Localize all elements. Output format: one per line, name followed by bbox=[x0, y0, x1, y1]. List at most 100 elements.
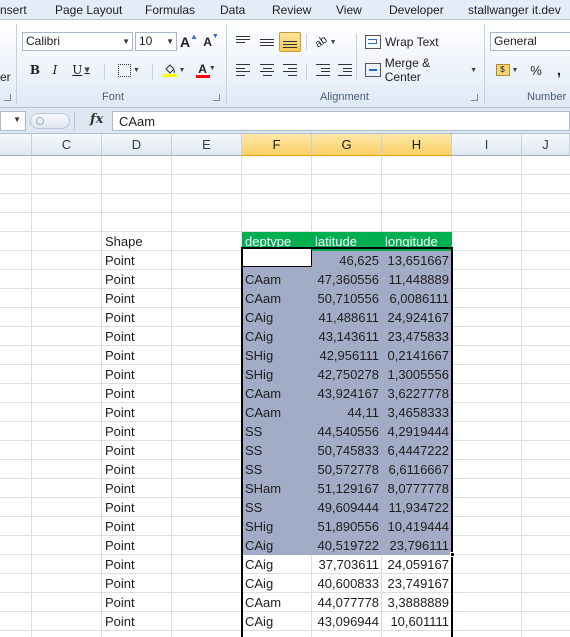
cell-deptype[interactable]: CAig bbox=[242, 327, 312, 346]
cell-shape[interactable]: Point bbox=[102, 327, 172, 346]
cell-longitude[interactable]: 6,0086111 bbox=[382, 289, 452, 308]
cell-latitude[interactable]: 41,488611 bbox=[312, 308, 382, 327]
column-header-c[interactable]: C bbox=[32, 134, 102, 156]
font-name-combo[interactable]: Calibri ▼ bbox=[22, 32, 133, 51]
cell-shape[interactable]: Point bbox=[102, 517, 172, 536]
cell-shape[interactable]: Point bbox=[102, 574, 172, 593]
cell-latitude[interactable]: 46,625 bbox=[312, 251, 382, 270]
cell-longitude[interactable]: 13,651667 bbox=[382, 251, 452, 270]
cell-deptype[interactable]: CAam bbox=[242, 403, 312, 422]
column-header-j[interactable]: J bbox=[522, 134, 570, 156]
cell-deptype[interactable]: SS bbox=[242, 460, 312, 479]
accounting-format-button[interactable]: $ ▼ bbox=[492, 60, 522, 80]
cell-deptype[interactable]: CAig bbox=[242, 574, 312, 593]
cell-latitude[interactable]: 37,703611 bbox=[312, 555, 382, 574]
font-size-combo[interactable]: 10 ▼ bbox=[135, 32, 177, 51]
cell-deptype[interactable]: CAig bbox=[242, 536, 312, 555]
merge-center-button[interactable]: Merge & Center ▼ bbox=[364, 56, 478, 84]
italic-button[interactable]: I bbox=[46, 60, 64, 80]
cell-deptype[interactable]: SHig bbox=[242, 365, 312, 384]
tab-review[interactable]: Review bbox=[272, 3, 311, 17]
cell-longitude[interactable]: 6,6116667 bbox=[382, 460, 452, 479]
cell-latitude[interactable]: 51,129167 bbox=[312, 479, 382, 498]
cell-shape[interactable]: Point bbox=[102, 479, 172, 498]
cell-deptype[interactable]: CAig bbox=[242, 612, 312, 631]
cell-longitude[interactable]: 11,934722 bbox=[382, 498, 452, 517]
align-left-button[interactable] bbox=[232, 60, 254, 80]
cell-shape[interactable]: Point bbox=[102, 536, 172, 555]
tab-view[interactable]: View bbox=[336, 3, 362, 17]
column-header-g[interactable]: G bbox=[312, 134, 382, 156]
cell-shape[interactable]: Point bbox=[102, 403, 172, 422]
cell-shape[interactable]: Point bbox=[102, 308, 172, 327]
cell-longitude[interactable]: 24,924167 bbox=[382, 308, 452, 327]
cell-shape[interactable]: Point bbox=[102, 270, 172, 289]
cell-deptype[interactable]: CAam bbox=[242, 270, 312, 289]
cell-shape[interactable]: Point bbox=[102, 555, 172, 574]
cell-longitude[interactable]: 23,749167 bbox=[382, 574, 452, 593]
cell-longitude[interactable]: 11,448889 bbox=[382, 270, 452, 289]
cell-deptype[interactable]: SHam bbox=[242, 479, 312, 498]
grow-font-button[interactable]: A ▲ bbox=[180, 32, 198, 52]
cell-longitude[interactable]: 3,3888889 bbox=[382, 593, 452, 612]
clipboard-dialog-launcher-icon[interactable] bbox=[4, 94, 11, 101]
cell-latitude[interactable]: 43,143611 bbox=[312, 327, 382, 346]
cell-shape[interactable]: Point bbox=[102, 384, 172, 403]
cell-longitude[interactable]: 8,0777778 bbox=[382, 479, 452, 498]
cell-longitude[interactable]: 6,4447222 bbox=[382, 441, 452, 460]
column-header-e[interactable]: E bbox=[172, 134, 242, 156]
align-middle-button[interactable] bbox=[256, 32, 278, 52]
cell-shape[interactable]: Point bbox=[102, 365, 172, 384]
cell-latitude[interactable]: 50,572778 bbox=[312, 460, 382, 479]
cell-deptype[interactable]: CAig bbox=[242, 555, 312, 574]
cell-shape[interactable]: Point bbox=[102, 441, 172, 460]
cell-shape[interactable]: Point bbox=[102, 251, 172, 270]
cell-longitude[interactable]: 4,2919444 bbox=[382, 422, 452, 441]
cell-deptype[interactable]: CAam bbox=[242, 593, 312, 612]
cell-latitude[interactable]: 43,924167 bbox=[312, 384, 382, 403]
cell-deptype[interactable]: SS bbox=[242, 422, 312, 441]
cell-deptype[interactable]: SHig bbox=[242, 517, 312, 536]
cell-deptype[interactable]: CAam bbox=[242, 251, 312, 270]
cell-longitude[interactable]: 24,059167 bbox=[382, 555, 452, 574]
insert-function-icon[interactable]: fx bbox=[90, 112, 103, 127]
comma-style-button[interactable]: , bbox=[550, 60, 568, 80]
cell-latitude[interactable]: 42,750278 bbox=[312, 365, 382, 384]
cell-shape[interactable]: Point bbox=[102, 612, 172, 631]
tab-page-layout[interactable]: Page Layout bbox=[55, 3, 122, 17]
cell-longitude-header[interactable]: longitude bbox=[382, 232, 452, 251]
shrink-font-button[interactable]: A ▼ bbox=[202, 32, 220, 52]
cell-shape[interactable]: Point bbox=[102, 346, 172, 365]
font-dialog-launcher-icon[interactable] bbox=[213, 94, 220, 101]
cell-shape[interactable]: Point bbox=[102, 593, 172, 612]
cell-deptype-header[interactable]: deptype bbox=[242, 232, 312, 251]
align-bottom-button[interactable] bbox=[279, 32, 301, 52]
cell-longitude[interactable]: 3,6227778 bbox=[382, 384, 452, 403]
formula-input[interactable]: CAam bbox=[112, 111, 570, 131]
cell-latitude[interactable]: 44,540556 bbox=[312, 422, 382, 441]
tab-insert[interactable]: nsert bbox=[0, 3, 27, 17]
cell-deptype[interactable]: SS bbox=[242, 441, 312, 460]
cell-latitude[interactable]: 50,745833 bbox=[312, 441, 382, 460]
tab-developer[interactable]: Developer bbox=[389, 3, 444, 17]
cell-deptype[interactable]: SHig bbox=[242, 346, 312, 365]
increase-indent-button[interactable] bbox=[334, 60, 356, 80]
name-box[interactable]: ▼ bbox=[0, 111, 26, 131]
align-center-button[interactable] bbox=[256, 60, 278, 80]
cell-latitude[interactable]: 40,519722 bbox=[312, 536, 382, 555]
cell-latitude[interactable]: 44,077778 bbox=[312, 593, 382, 612]
cell-shape[interactable]: Point bbox=[102, 422, 172, 441]
cell-latitude[interactable]: 49,609444 bbox=[312, 498, 382, 517]
cell-shape[interactable]: Point bbox=[102, 460, 172, 479]
cell-shape[interactable]: Point bbox=[102, 289, 172, 308]
column-header-h[interactable]: H bbox=[382, 134, 452, 156]
cell-shape[interactable]: Point bbox=[102, 498, 172, 517]
formula-bar-resize-handle[interactable] bbox=[30, 113, 70, 129]
cell-longitude[interactable]: 10,601111 bbox=[382, 612, 452, 631]
cell-deptype[interactable]: CAam bbox=[242, 289, 312, 308]
wrap-text-button[interactable]: Wrap Text bbox=[364, 32, 444, 52]
decrease-indent-button[interactable] bbox=[312, 60, 334, 80]
cell-latitude[interactable]: 51,890556 bbox=[312, 517, 382, 536]
tab-data[interactable]: Data bbox=[220, 3, 245, 17]
cell-latitude[interactable]: 40,600833 bbox=[312, 574, 382, 593]
